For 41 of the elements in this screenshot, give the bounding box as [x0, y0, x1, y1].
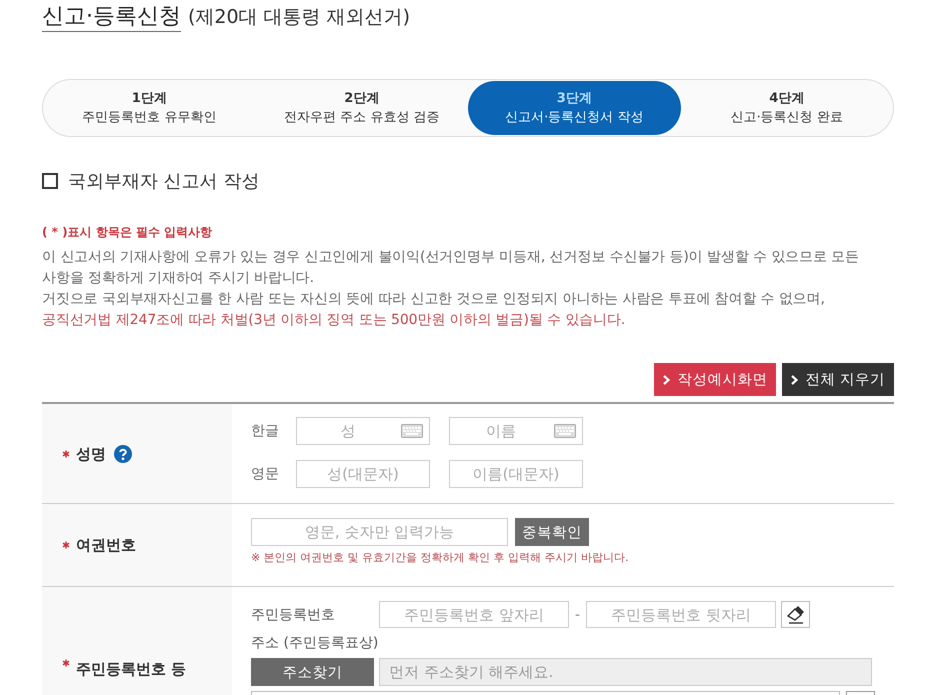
text-field[interactable]: 성(대문자) [296, 460, 430, 488]
text-field[interactable]: 영문, 숫자만 입력가능 [251, 518, 508, 546]
text-field[interactable]: 이름 [449, 417, 583, 445]
text-field[interactable]: 주민등록번호 뒷자리 [586, 601, 776, 628]
checkbox[interactable] [42, 173, 58, 189]
input-label: 영문 [251, 465, 280, 483]
text-field[interactable]: 성 [296, 417, 430, 445]
input-label: 한글 [251, 422, 280, 440]
keyboard-icon[interactable] [401, 424, 423, 438]
hint-text: ※ 본인의 여권번호 및 유효기간을 정확하게 확인 후 입력해 주시기 바랍니다. [251, 551, 630, 565]
side-button[interactable] [846, 691, 875, 695]
step-item: 4단계 신고·등록신청 완료 [730, 90, 844, 126]
step-item: 1단계 주민등록번호 유무확인 [81, 90, 218, 126]
chevron-right-icon [663, 374, 670, 384]
warning-paragraph: 공직선거법 제247조에 따라 처벌(3년 이하의 징역 또는 500만원 이하의 벌금)될 수 있습니다. [42, 311, 626, 330]
text-field[interactable]: 주민등록번호 앞자리 [379, 601, 569, 628]
input-label: 주민등록번호 [251, 606, 336, 624]
page-title: 신고·등록신청 [42, 3, 181, 32]
notice-paragraph: 이 신고서의 기재사항에 오류가 있는 경우 신고인에게 불이익(선거인명부 미등재, 선거정보 수신불가 등)이 발생할 수 있으므로 모든 사항을 정확하게 기재하여 주시기 바랍니다. [42, 248, 860, 288]
notice-paragraph: 거짓으로 국외부재자신고를 한 사람 또는 자신의 뜻에 따라 신고한 것으로 인정되지 아니하는 사람은 투표에 참여할 수 없으며, [42, 290, 826, 309]
text-field[interactable]: 이름(대문자) [449, 460, 583, 488]
field-label: 여권번호 [76, 535, 136, 555]
step-item: 2단계 전자우편 주소 유효성 검증 [283, 90, 440, 126]
chevron-right-icon [791, 374, 798, 384]
field-label: 주민등록번호 등 [76, 659, 186, 679]
checkbox-label[interactable]: 국외부재자 신고서 작성 [68, 169, 260, 193]
step-item: 3단계 신고서·등록신청서 작성 [468, 81, 680, 135]
text-field[interactable] [251, 691, 840, 695]
field-label: 성명 [76, 444, 106, 464]
clear-all-button[interactable]: 전체 지우기 [782, 363, 894, 396]
dash-separator: - [574, 606, 582, 622]
example-view-button[interactable]: 작성예시화면 [654, 363, 776, 396]
required-note: ( * )표시 항목은 필수 입력사항 [42, 224, 214, 240]
duplicate-check-button[interactable]: 중복확인 [515, 518, 589, 546]
address-search-button[interactable]: 주소찾기 [251, 658, 374, 686]
clear-button[interactable] [781, 601, 810, 628]
eraser-icon [786, 605, 805, 624]
help-icon[interactable] [114, 444, 132, 462]
input-label: 주소 (주민등록표상) [251, 635, 380, 651]
page-subtitle: (제20대 대통령 재외선거) [188, 5, 410, 30]
keyboard-icon[interactable] [554, 424, 576, 438]
